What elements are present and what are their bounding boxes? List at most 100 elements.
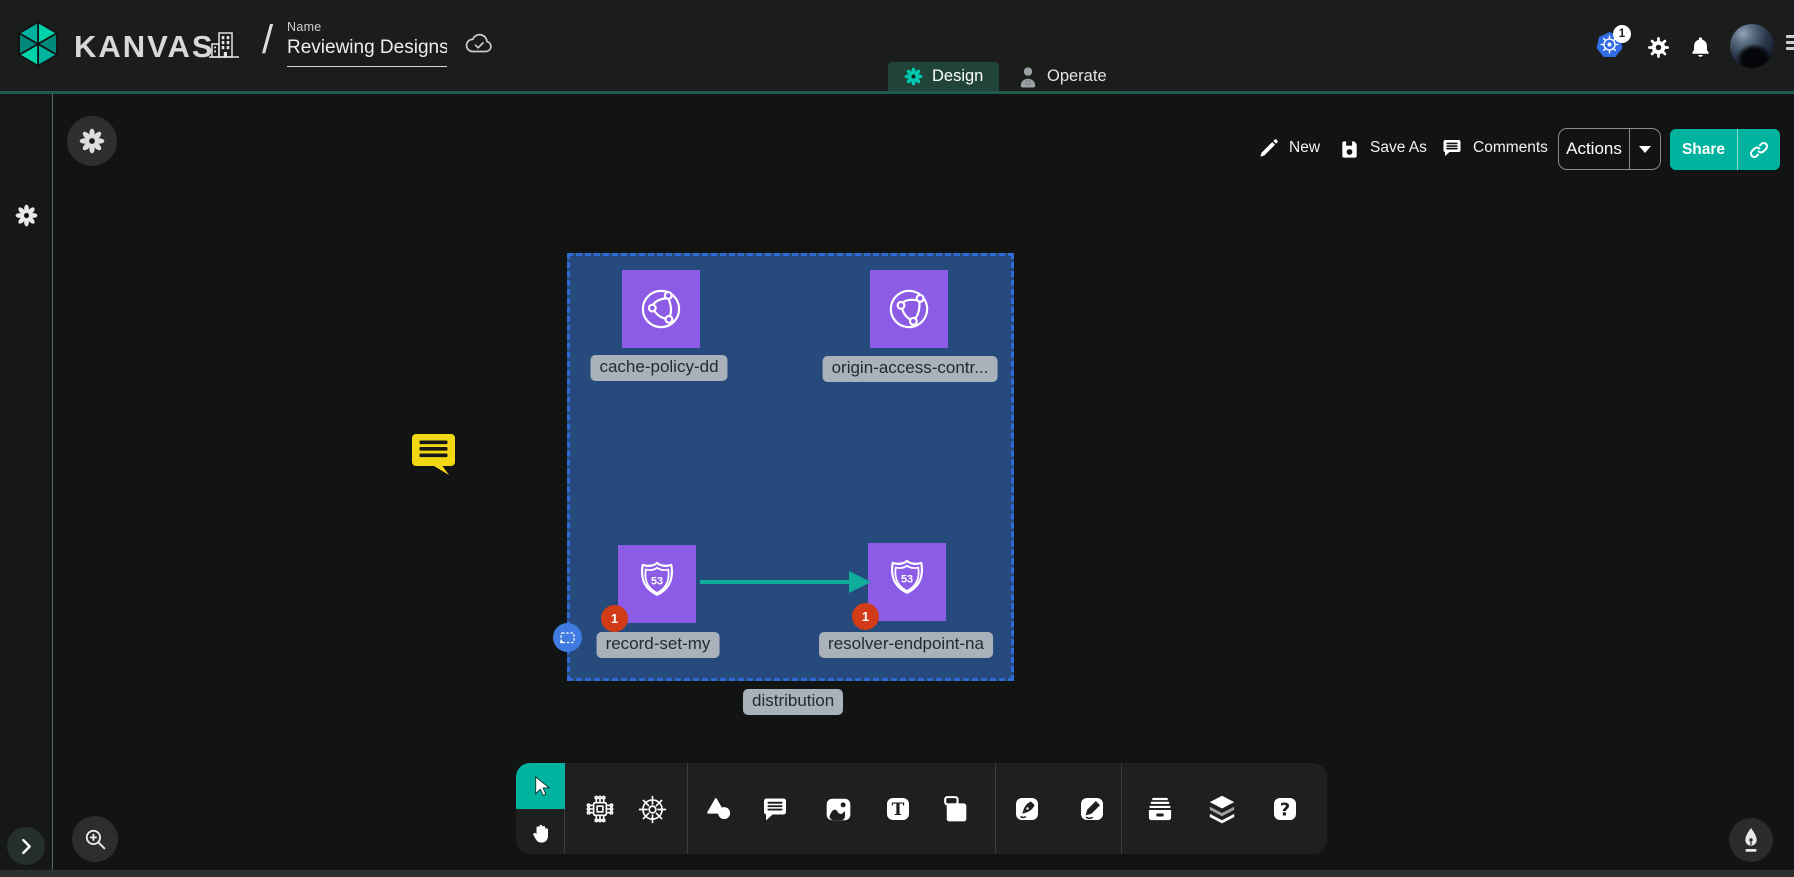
save-as-button[interactable]: Save As <box>1338 133 1427 163</box>
save-floppy-icon <box>1338 137 1361 160</box>
pen-nib-icon <box>1736 825 1766 855</box>
pencil-tool-icon <box>1075 792 1109 826</box>
dashed-selection-icon <box>557 629 578 647</box>
actions-label[interactable]: Actions <box>1559 129 1630 169</box>
image-icon <box>821 792 856 827</box>
comments-icon <box>1440 136 1464 160</box>
overflow-menu-icon[interactable] <box>1786 32 1794 53</box>
hand-icon <box>528 819 554 845</box>
sidebar-expand-button[interactable] <box>7 827 45 865</box>
chip-icon <box>582 791 618 827</box>
share-label[interactable]: Share <box>1670 129 1738 170</box>
help-tool[interactable]: ? <box>1265 789 1305 829</box>
settings-gear-icon[interactable] <box>1646 35 1671 65</box>
actions-dropdown-button[interactable]: Actions <box>1558 128 1661 170</box>
components-tool[interactable] <box>580 789 620 829</box>
save-as-label: Save As <box>1370 139 1427 157</box>
sidebar-meshery-flower-icon[interactable] <box>15 204 38 232</box>
layers-icon <box>1204 791 1240 827</box>
text-tool-icon: T <box>881 792 915 826</box>
kanvas-logo-icon <box>14 20 62 73</box>
helm-wheel-icon <box>634 791 671 828</box>
design-tab-label: Design <box>932 67 983 86</box>
left-dock-sidebar <box>0 94 53 877</box>
node-label-resolver-endpoint[interactable]: resolver-endpoint-na <box>819 632 993 658</box>
design-name-input[interactable] <box>287 34 447 67</box>
sticky-note-icon <box>938 792 973 827</box>
tab-design[interactable]: Design <box>888 62 999 91</box>
canvas-comment-marker[interactable] <box>410 431 457 481</box>
new-button[interactable]: New <box>1257 133 1320 163</box>
dock-divider <box>687 763 688 854</box>
organization-icon[interactable] <box>206 26 242 69</box>
edge-record-set-to-resolver[interactable] <box>700 580 852 584</box>
svg-text:53: 53 <box>901 574 913 586</box>
node-record-set[interactable]: 53 <box>618 545 696 623</box>
group-selection-handle[interactable] <box>553 623 582 652</box>
node-origin-access-control[interactable] <box>870 270 948 348</box>
node-label-cache-policy[interactable]: cache-policy-dd <box>590 355 727 381</box>
comment-tool-icon <box>758 792 792 826</box>
history-drawer-tool[interactable] <box>1140 789 1180 829</box>
zoom-in-button[interactable] <box>72 816 118 862</box>
edge-arrowhead <box>849 571 871 593</box>
chevron-down-icon <box>1639 146 1651 153</box>
drawer-icon <box>1142 791 1178 827</box>
note-tool[interactable] <box>935 789 975 829</box>
layers-tool[interactable] <box>1202 789 1242 829</box>
canvas-quick-menu-button[interactable] <box>67 116 117 166</box>
text-tool[interactable]: T <box>878 789 918 829</box>
actions-caret-cell[interactable] <box>1630 129 1660 169</box>
window-bottom-strip <box>0 870 1794 877</box>
design-name-field: Name <box>287 20 447 67</box>
pen-tool[interactable] <box>1007 789 1047 829</box>
cursor-arrow-icon <box>528 773 553 799</box>
help-icon: ? <box>1268 792 1302 826</box>
shapes-tool[interactable] <box>699 789 739 829</box>
node-label-origin-access-control[interactable]: origin-access-contr... <box>823 356 998 382</box>
node-badge-record-set: 1 <box>601 605 628 632</box>
new-label: New <box>1289 139 1320 157</box>
bottom-toolbar: T <box>516 763 1327 854</box>
dock-divider <box>995 763 996 854</box>
share-button[interactable]: Share <box>1670 129 1780 170</box>
node-resolver-endpoint[interactable]: 53 <box>868 543 946 621</box>
zoom-in-icon <box>82 826 109 853</box>
operate-tab-icon <box>1018 66 1038 88</box>
pen-mode-button[interactable] <box>1729 818 1773 862</box>
select-tool-active[interactable] <box>516 763 565 809</box>
node-label-record-set[interactable]: record-set-my <box>597 632 720 658</box>
copy-link-cell[interactable] <box>1738 129 1780 170</box>
operate-tab-label: Operate <box>1047 67 1107 86</box>
tab-operate[interactable]: Operate <box>1002 62 1123 91</box>
pencil-tool[interactable] <box>1072 789 1112 829</box>
kanvas-logo[interactable]: KANVAS <box>14 20 215 73</box>
group-label-distribution[interactable]: distribution <box>743 689 843 715</box>
svg-text:T: T <box>892 800 905 820</box>
pan-hand-tool[interactable] <box>516 809 565 854</box>
pen-tool-icon <box>1010 792 1044 826</box>
app-header: KANVAS / Name <box>0 0 1794 94</box>
design-tab-icon <box>904 67 923 86</box>
kubernetes-tool[interactable] <box>632 789 672 829</box>
select-tool-column <box>516 763 565 854</box>
cloudfront-globe-icon <box>872 272 945 345</box>
comments-button[interactable]: Comments <box>1440 133 1548 163</box>
cloud-save-status-icon <box>464 30 494 63</box>
shapes-icon <box>702 792 737 827</box>
design-name-label: Name <box>287 20 447 34</box>
image-tool[interactable] <box>818 789 858 829</box>
route53-shield-icon: 53 <box>628 555 686 613</box>
user-avatar[interactable] <box>1730 24 1774 68</box>
quick-menu-flower-icon <box>79 128 105 154</box>
node-cache-policy[interactable] <box>622 270 700 348</box>
brand-name: KANVAS <box>74 29 215 65</box>
cloudfront-globe-icon <box>632 280 690 338</box>
breadcrumb-separator: / <box>262 18 273 63</box>
link-icon <box>1748 139 1770 161</box>
notifications-bell-icon[interactable] <box>1688 34 1713 64</box>
comment-tool[interactable] <box>755 789 795 829</box>
comments-label: Comments <box>1473 139 1548 157</box>
new-pencil-icon <box>1257 137 1280 160</box>
svg-text:?: ? <box>1280 800 1290 821</box>
